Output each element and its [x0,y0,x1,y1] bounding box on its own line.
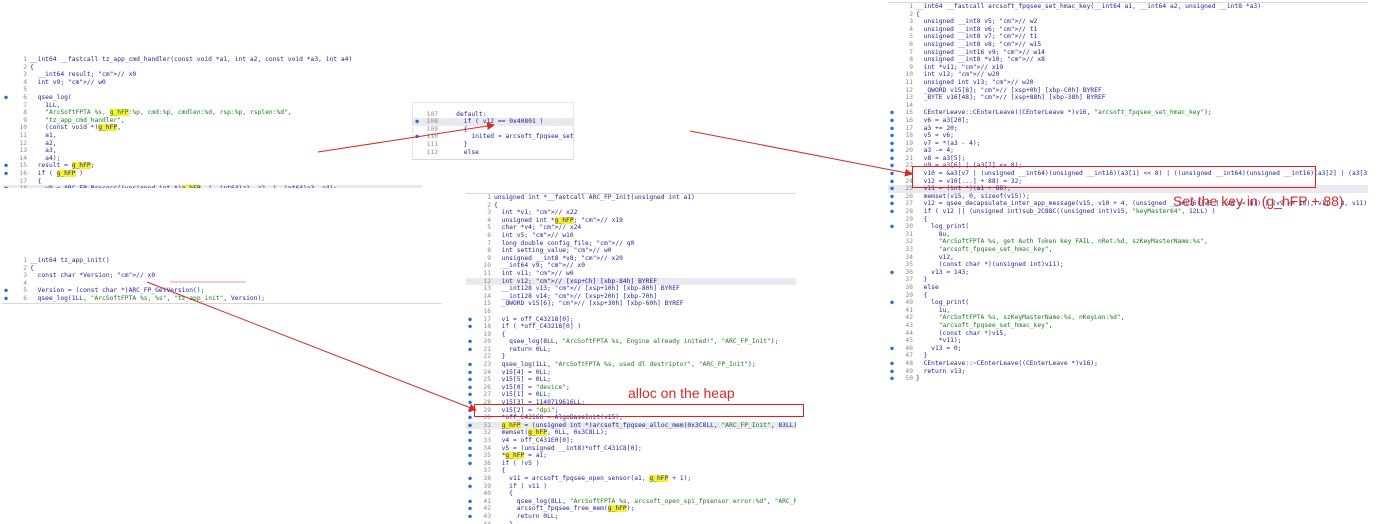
flow-arrows [146,122,913,412]
arrow-snippet-to-hmac [689,130,913,177]
arrow-process-to-snippet [317,122,495,153]
arrow-init-to-alloc [146,281,477,412]
